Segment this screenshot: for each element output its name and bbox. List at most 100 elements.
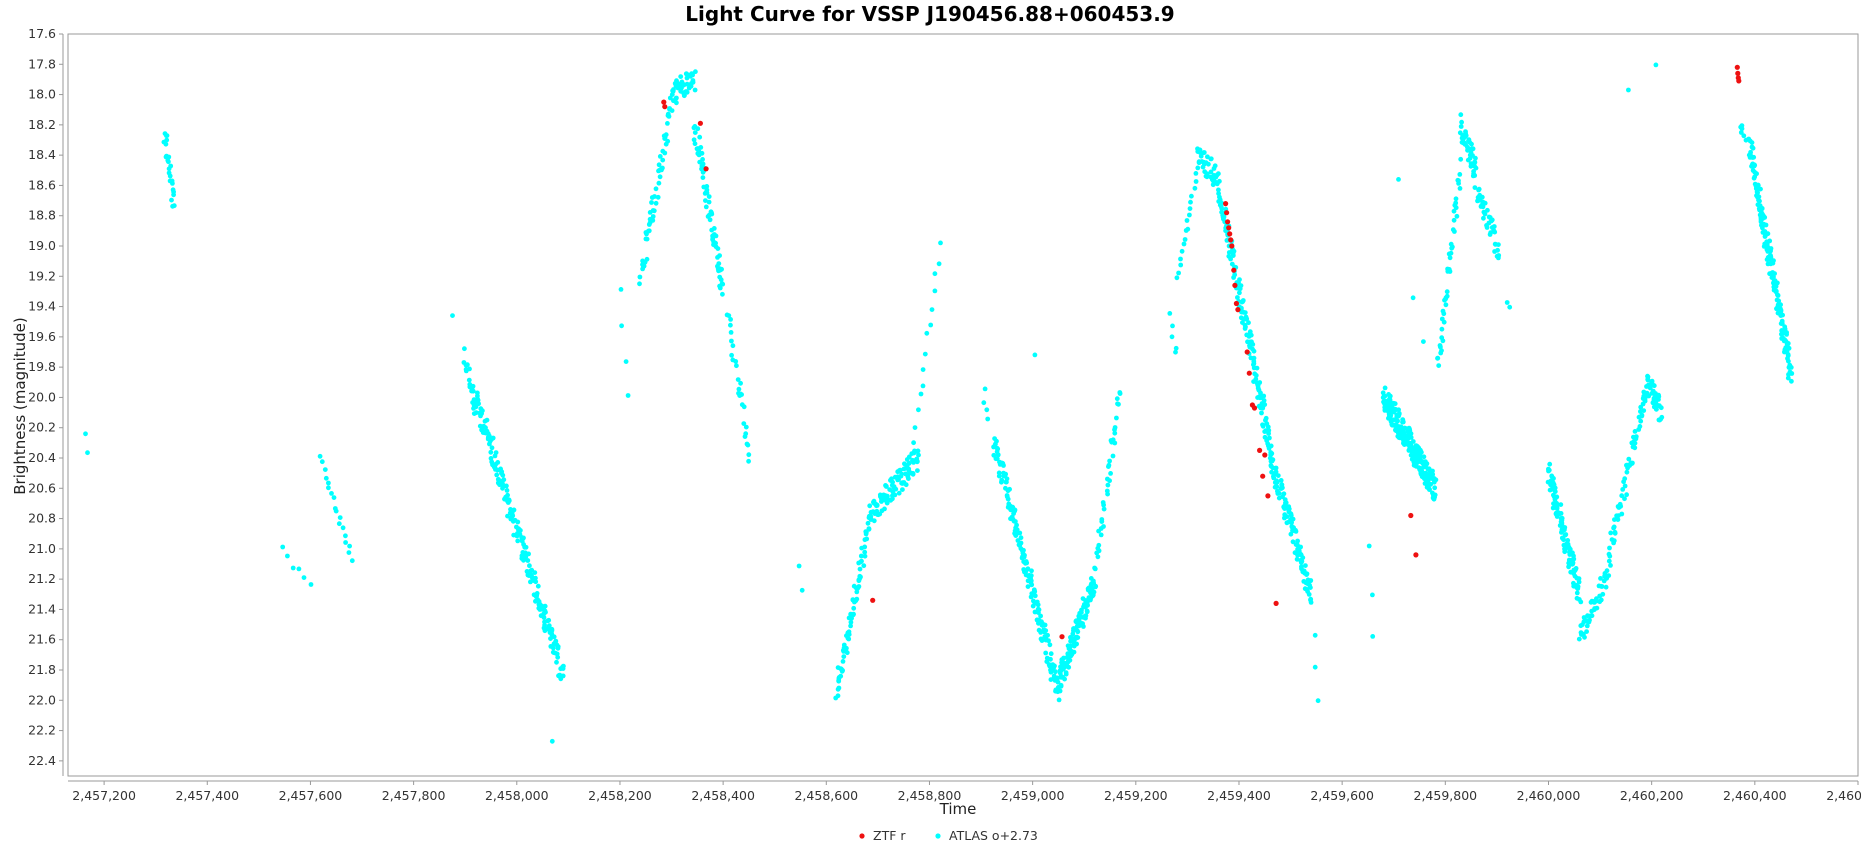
data-point-atlas	[1603, 584, 1609, 590]
data-point-atlas	[1619, 511, 1625, 517]
data-point-atlas	[165, 158, 171, 163]
data-point-atlas	[883, 483, 889, 489]
data-point-atlas	[928, 322, 934, 328]
data-point-atlas	[644, 236, 650, 242]
data-point-ztf	[1228, 237, 1234, 243]
data-point-atlas	[885, 493, 890, 499]
data-point-atlas	[1237, 277, 1242, 282]
data-point-atlas	[1080, 621, 1085, 626]
x-tick-label: 2,457,800	[382, 788, 446, 803]
data-point-atlas	[1546, 467, 1552, 473]
data-point-atlas	[922, 351, 928, 357]
x-tick-label: 2,457,200	[72, 788, 136, 803]
data-point-atlas	[1382, 385, 1388, 391]
data-point-atlas	[1392, 401, 1398, 407]
data-point-atlas	[918, 391, 924, 397]
data-point-atlas	[1007, 486, 1012, 492]
data-point-atlas	[1584, 629, 1589, 634]
data-point-atlas	[713, 244, 719, 250]
data-point-atlas	[489, 445, 495, 451]
data-point-atlas	[1410, 295, 1416, 301]
data-point-atlas	[1775, 293, 1781, 298]
data-point-atlas	[1558, 502, 1564, 507]
data-point-atlas	[1114, 415, 1119, 421]
data-point-atlas	[1108, 471, 1113, 476]
data-point-atlas	[1656, 394, 1662, 399]
data-point-atlas	[985, 416, 991, 422]
data-point-atlas	[494, 472, 500, 478]
data-point-atlas	[799, 587, 805, 593]
x-tick-label: 2,460,400	[1723, 788, 1787, 803]
data-point-atlas	[85, 450, 90, 456]
data-point-atlas	[1496, 242, 1501, 248]
data-point-atlas	[674, 100, 679, 106]
data-point-atlas	[692, 87, 698, 93]
data-point-atlas	[1441, 311, 1447, 317]
data-point-atlas	[665, 113, 671, 118]
data-point-atlas	[1260, 405, 1266, 411]
data-point-ztf	[1273, 600, 1279, 607]
data-point-atlas	[1768, 253, 1774, 259]
data-point-atlas	[1100, 500, 1106, 505]
data-point-atlas	[1396, 413, 1401, 419]
data-point-atlas	[1266, 428, 1272, 433]
data-point-atlas	[1293, 527, 1298, 533]
data-point-atlas	[719, 281, 725, 286]
data-point-atlas	[346, 550, 352, 555]
data-point-atlas	[1559, 515, 1565, 521]
data-point-atlas	[333, 508, 339, 514]
data-point-atlas	[1431, 496, 1437, 502]
data-point-atlas	[1253, 373, 1259, 378]
data-point-atlas	[994, 438, 999, 444]
data-point-atlas	[1267, 435, 1272, 441]
data-point-atlas	[1491, 224, 1497, 229]
data-point-atlas	[738, 380, 743, 386]
y-tick-label: 20.4	[28, 450, 56, 465]
data-point-atlas	[900, 487, 905, 492]
data-point-atlas	[290, 565, 296, 571]
data-point-atlas	[1195, 165, 1201, 171]
data-point-atlas	[916, 452, 921, 458]
data-point-atlas	[535, 583, 541, 589]
data-point-atlas	[649, 200, 654, 205]
data-point-ztf	[1224, 210, 1230, 216]
data-point-atlas	[1485, 207, 1490, 213]
data-point-atlas	[1312, 664, 1318, 670]
data-point-atlas	[1043, 650, 1049, 656]
y-tick-label: 19.8	[28, 359, 56, 374]
data-point-atlas	[326, 480, 331, 486]
data-point-atlas	[532, 570, 538, 575]
data-point-atlas	[1578, 599, 1584, 605]
data-point-atlas	[1632, 445, 1638, 451]
data-point-atlas	[1230, 253, 1236, 258]
x-tick-label: 2,460,600	[1826, 788, 1861, 803]
data-point-atlas	[349, 558, 355, 564]
data-point-atlas	[1206, 161, 1211, 167]
data-point-atlas	[1189, 193, 1194, 199]
data-point-atlas	[862, 544, 868, 550]
x-tick-label: 2,458,000	[485, 788, 549, 803]
data-point-atlas	[646, 228, 651, 234]
data-point-atlas	[317, 453, 323, 459]
data-point-atlas	[501, 477, 507, 483]
y-tick-label: 19.0	[28, 238, 56, 253]
data-point-atlas	[1552, 489, 1558, 494]
data-point-atlas	[1600, 591, 1606, 597]
data-point-atlas	[1784, 341, 1790, 347]
data-point-atlas	[916, 407, 921, 413]
data-point-ztf	[1413, 552, 1419, 558]
data-point-atlas	[1439, 326, 1445, 332]
y-tick-label: 18.0	[28, 87, 56, 102]
data-point-atlas	[1453, 200, 1459, 206]
data-point-atlas	[1504, 300, 1510, 305]
data-point-atlas	[728, 322, 733, 328]
data-point-atlas	[1396, 177, 1401, 182]
data-point-atlas	[466, 377, 472, 383]
chart-title: Light Curve for VSSP J190456.88+060453.9	[685, 2, 1174, 26]
data-point-atlas	[1184, 218, 1190, 223]
data-point-atlas	[920, 383, 926, 389]
data-point-atlas	[1637, 424, 1643, 429]
data-point-atlas	[741, 404, 747, 410]
data-point-atlas	[746, 452, 752, 458]
data-point-atlas	[1315, 698, 1321, 704]
